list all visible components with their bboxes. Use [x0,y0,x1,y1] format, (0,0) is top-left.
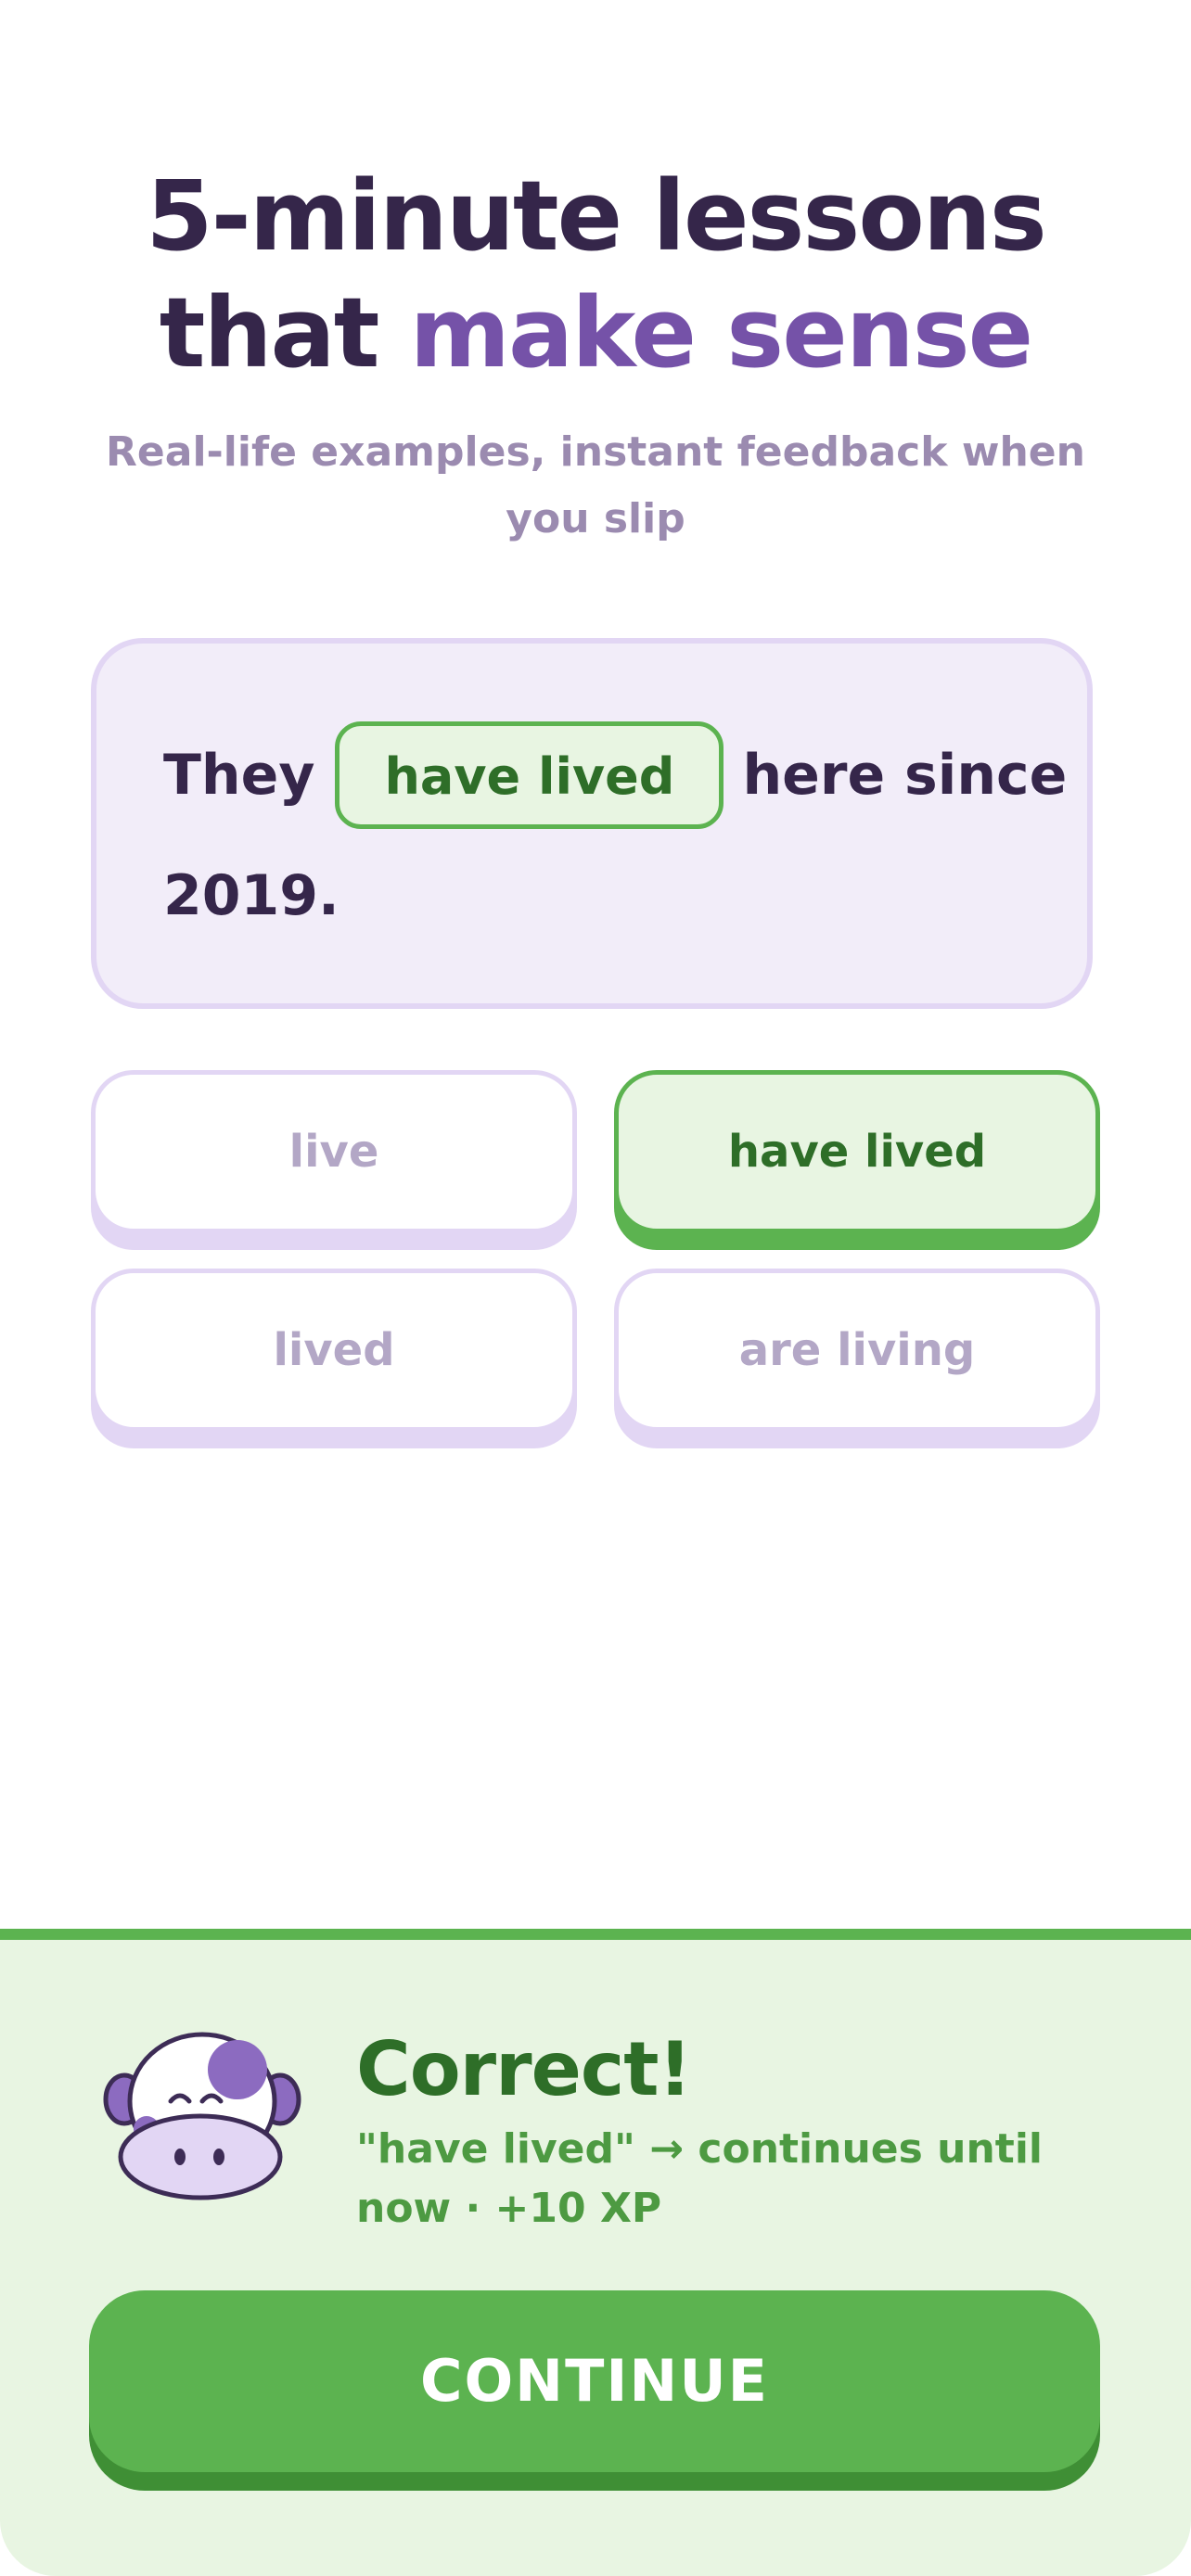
lesson-screen: 5-minute lessons that make sense Real-li… [0,0,1191,2576]
sentence-after: here since [742,743,1068,808]
answer-blank[interactable]: have lived [335,721,724,829]
headline-accent: make sense [409,276,1034,389]
headline-line-1: 5-minute lessons [146,159,1046,273]
headline-line-2-prefix: that [159,276,410,389]
option-have-lived[interactable]: have lived [614,1070,1100,1233]
headline-line-2: that make sense [0,274,1191,391]
page-title: 5-minute lessons that make sense [0,158,1191,391]
option-lived[interactable]: lived [91,1269,577,1432]
sentence-end: 2019. [163,863,339,928]
option-live[interactable]: live [91,1070,577,1233]
feedback-detail: "have lived" → continues until now · +10… [356,2125,1043,2232]
sentence-line-1: They have lived here since [163,721,1067,829]
sentence-card: They have lived here since 2019. [91,638,1093,1009]
continue-button[interactable]: CONTINUE [89,2290,1100,2472]
page-subtitle: Real-life examples, instant feedback whe… [106,428,1085,542]
option-are-living[interactable]: are living [614,1269,1100,1432]
sentence-before: They [163,743,315,808]
cow-mascot-icon [103,2032,301,2200]
feedback-title: Correct! [356,2026,692,2112]
